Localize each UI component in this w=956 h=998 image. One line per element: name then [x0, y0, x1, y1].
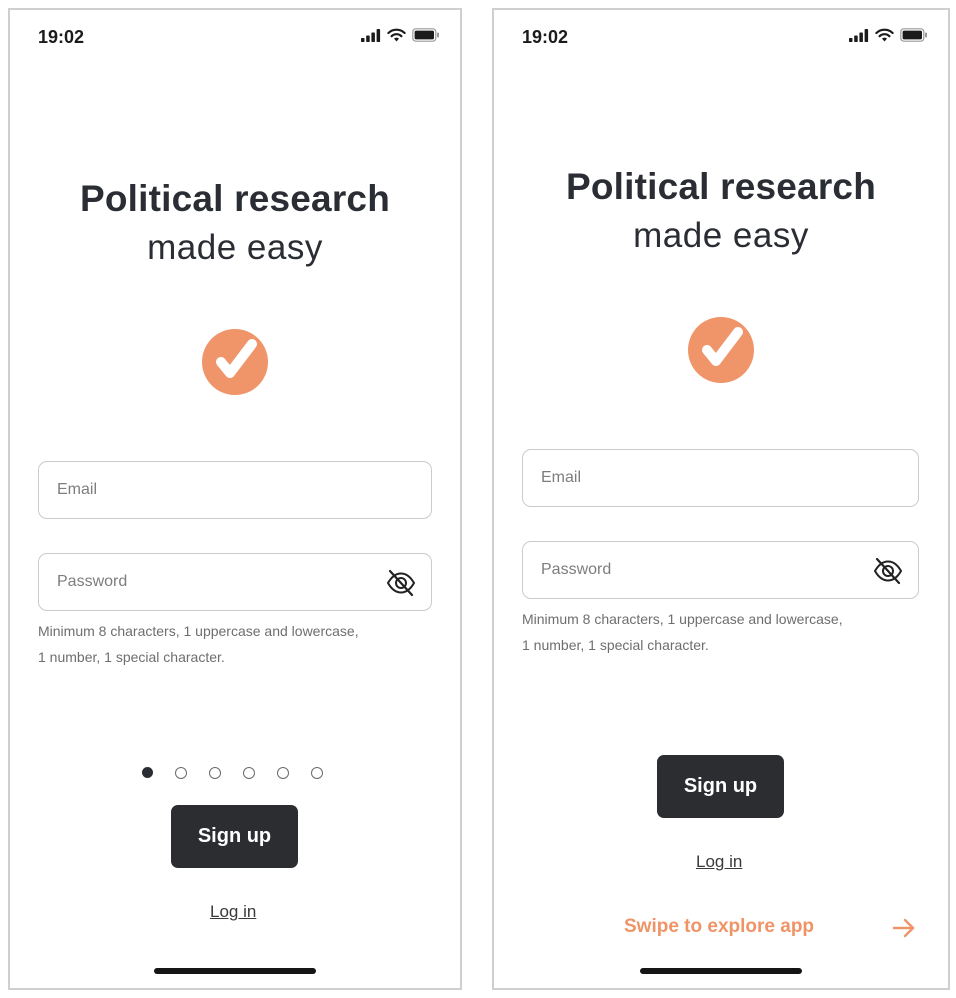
login-link[interactable]: Log in — [696, 852, 742, 872]
status-icons — [361, 28, 440, 42]
headline: Political research — [565, 166, 877, 207]
pager-dot[interactable] — [310, 767, 323, 779]
email-field[interactable] — [38, 461, 432, 519]
wifi-icon — [875, 28, 894, 42]
password-hint: Minimum 8 characters, 1 uppercase and lo… — [522, 606, 843, 658]
headline: Political research — [79, 178, 391, 219]
status-icons — [849, 28, 928, 42]
home-indicator[interactable] — [640, 968, 802, 974]
password-hint-line-2: 1 number, 1 special character. — [38, 649, 225, 665]
swipe-to-explore-link[interactable]: Swipe to explore app — [624, 916, 814, 938]
pager-dots — [10, 767, 460, 779]
password-hint-line-2: 1 number, 1 special character. — [522, 637, 709, 653]
battery-icon — [412, 28, 439, 42]
password-hint-line-1: Minimum 8 characters, 1 uppercase and lo… — [522, 611, 843, 627]
status-time: 19:02 — [522, 27, 569, 47]
email-input[interactable] — [523, 450, 918, 506]
email-input[interactable] — [39, 462, 431, 518]
subheadline: made easy — [633, 216, 809, 255]
checkmark-logo-icon — [202, 329, 268, 395]
cellular-signal-icon — [849, 28, 869, 42]
password-field[interactable] — [522, 541, 919, 599]
battery-icon — [900, 28, 927, 42]
eye-slash-icon[interactable] — [385, 567, 417, 599]
pager-dot-active[interactable] — [141, 767, 153, 778]
wifi-icon — [387, 28, 406, 42]
password-input[interactable] — [39, 554, 431, 610]
pager-dot[interactable] — [208, 767, 221, 779]
phone-screen-signup: 19:02 Political research made easy Email… — [8, 8, 462, 990]
signup-button[interactable]: Sign up — [657, 755, 784, 818]
pager-dot[interactable] — [242, 767, 255, 779]
login-link[interactable]: Log in — [210, 902, 256, 922]
status-time: 19:02 — [38, 27, 85, 47]
pager-dot[interactable] — [276, 767, 289, 779]
subheadline: made easy — [147, 228, 323, 267]
eye-slash-icon[interactable] — [872, 555, 904, 587]
home-indicator[interactable] — [154, 968, 316, 974]
phone-screen-signup-explore: 19:02 Political research made easy Email… — [492, 8, 950, 990]
pager-dot[interactable] — [174, 767, 187, 779]
signup-button[interactable]: Sign up — [171, 805, 298, 868]
checkmark-logo-icon — [688, 317, 754, 383]
password-input[interactable] — [523, 542, 918, 598]
password-field[interactable] — [38, 553, 432, 611]
cellular-signal-icon — [361, 28, 381, 42]
password-hint: Minimum 8 characters, 1 uppercase and lo… — [38, 618, 359, 670]
password-hint-line-1: Minimum 8 characters, 1 uppercase and lo… — [38, 623, 359, 639]
arrow-right-icon[interactable] — [891, 915, 917, 941]
email-field[interactable] — [522, 449, 919, 507]
